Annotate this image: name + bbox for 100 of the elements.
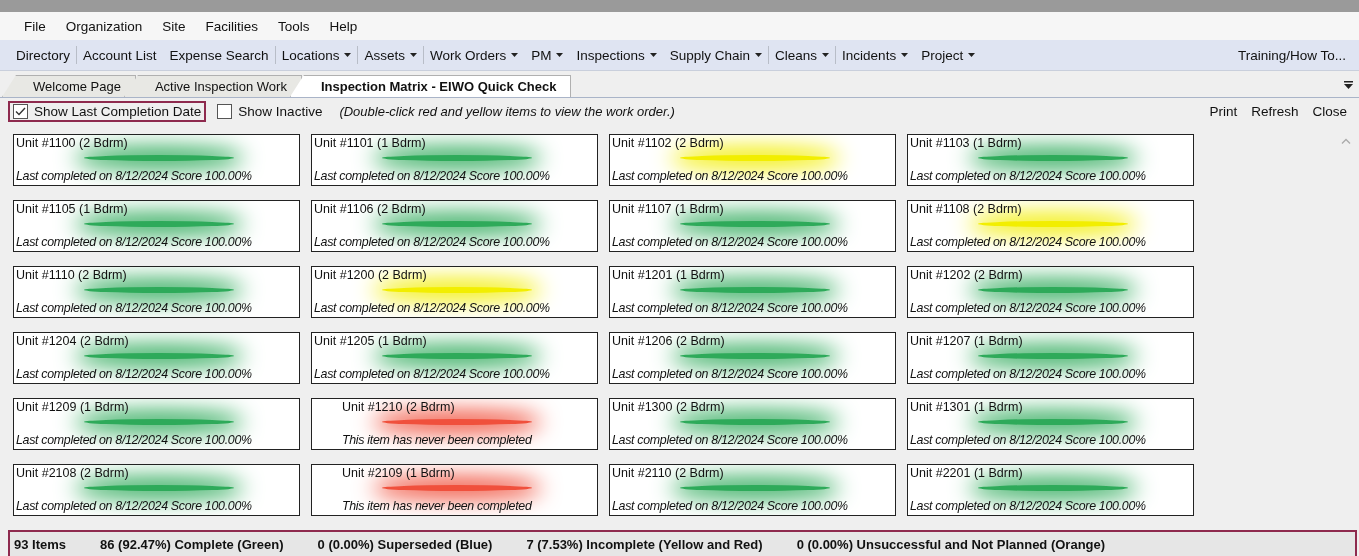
unit-card[interactable]: Unit #1200 (2 Bdrm) Last completed on 8/12/2024 Score 100.00%: [311, 266, 598, 318]
unit-title: Unit #1202 (2 Bdrm): [910, 268, 1024, 282]
unit-card[interactable]: Unit #2110 (2 Bdrm) Last completed on 8/12/2024 Score 100.00%: [609, 464, 896, 516]
unit-card[interactable]: Unit #1204 (2 Bdrm) Last completed on 8/12/2024 Score 100.00%: [13, 332, 300, 384]
toolbar-item[interactable]: Locations: [275, 46, 359, 64]
menu-item[interactable]: Tools: [268, 18, 320, 34]
caret-icon: [822, 53, 830, 57]
unit-card[interactable]: Unit #1300 (2 Bdrm) Last completed on 8/12/2024 Score 100.00%: [609, 398, 896, 450]
unit-status: Last completed on 8/12/2024 Score 100.00%: [910, 367, 1147, 381]
toolbar-link[interactable]: Training/How To...: [1231, 46, 1353, 64]
action-link[interactable]: Print: [1205, 104, 1242, 119]
toolbar-item[interactable]: Expense Search: [163, 46, 276, 64]
unit-card[interactable]: Unit #1106 (2 Bdrm) Last completed on 8/12/2024 Score 100.00%: [311, 200, 598, 252]
unit-status: Last completed on 8/12/2024 Score 100.00%: [612, 301, 849, 315]
unit-title: Unit #2110 (2 Bdrm): [612, 466, 725, 480]
menu-item[interactable]: Organization: [55, 18, 153, 34]
unit-status: Last completed on 8/12/2024 Score 100.00%: [910, 499, 1147, 513]
unit-title: Unit #1103 (1 Bdrm): [910, 136, 1023, 150]
toolbar-item[interactable]: PM: [525, 46, 571, 64]
checkbox[interactable]: [13, 104, 28, 119]
unit-status: Last completed on 8/12/2024 Score 100.00%: [314, 367, 551, 381]
caret-icon: [344, 53, 352, 57]
toolbar-item[interactable]: Directory: [10, 46, 77, 64]
unit-title: Unit #1105 (1 Bdrm): [16, 202, 129, 216]
unit-card[interactable]: Unit #1209 (1 Bdrm) Last completed on 8/12/2024 Score 100.00%: [13, 398, 300, 450]
unit-status: Last completed on 8/12/2024 Score 100.00%: [910, 169, 1147, 183]
unit-card[interactable]: Unit #1301 (1 Bdrm) Last completed on 8/12/2024 Score 100.00%: [907, 398, 1194, 450]
status-text: 93 Items: [14, 536, 67, 552]
hint-text: (Double-click red and yellow items to view the work order.): [339, 104, 675, 119]
unit-card[interactable]: Unit #1206 (2 Bdrm) Last completed on 8/12/2024 Score 100.00%: [609, 332, 896, 384]
unit-card[interactable]: Unit #1101 (1 Bdrm) Last completed on 8/12/2024 Score 100.00%: [311, 134, 598, 186]
tab[interactable]: Inspection Matrix - EIWO Quick Check: [289, 75, 572, 97]
unit-status: Last completed on 8/12/2024 Score 100.00%: [314, 169, 551, 183]
unit-card[interactable]: Unit #1105 (1 Bdrm) Last completed on 8/12/2024 Score 100.00%: [13, 200, 300, 252]
menu-item[interactable]: Site: [152, 18, 196, 34]
toolbar-item[interactable]: Work Orders: [423, 46, 526, 64]
caret-icon: [649, 53, 657, 57]
checkbox-label: Show Inactive: [238, 104, 323, 119]
unit-card[interactable]: Unit #2109 (1 Bdrm) This item has never been completed: [311, 464, 598, 516]
unit-title: Unit #1300 (2 Bdrm): [612, 400, 726, 414]
unit-title: Unit #2109 (1 Bdrm): [341, 466, 456, 480]
unit-status: Last completed on 8/12/2024 Score 100.00%: [612, 433, 849, 447]
unit-card[interactable]: Unit #1100 (2 Bdrm) Last completed on 8/12/2024 Score 100.00%: [13, 134, 300, 186]
unit-card[interactable]: Unit #1103 (1 Bdrm) Last completed on 8/12/2024 Score 100.00%: [907, 134, 1194, 186]
unit-status: Last completed on 8/12/2024 Score 100.00%: [16, 235, 253, 249]
overflow-icon[interactable]: [1344, 81, 1353, 89]
unit-status: Last completed on 8/12/2024 Score 100.00%: [314, 235, 551, 249]
unit-status: Last completed on 8/12/2024 Score 100.00%: [910, 433, 1147, 447]
unit-title: Unit #1106 (2 Bdrm): [314, 202, 427, 216]
unit-card[interactable]: Unit #2201 (1 Bdrm) Last completed on 8/12/2024 Score 100.00%: [907, 464, 1194, 516]
unit-status: Last completed on 8/12/2024 Score 100.00%: [612, 367, 849, 381]
menu-item[interactable]: Facilities: [195, 18, 269, 34]
unit-status: Last completed on 8/12/2024 Score 100.00%: [16, 301, 253, 315]
unit-title: Unit #2201 (1 Bdrm): [910, 466, 1024, 480]
toolbar-item[interactable]: Cleans: [769, 46, 837, 64]
unit-card[interactable]: Unit #1110 (2 Bdrm) Last completed on 8/12/2024 Score 100.00%: [13, 266, 300, 318]
unit-card[interactable]: Unit #1205 (1 Bdrm) Last completed on 8/12/2024 Score 100.00%: [311, 332, 598, 384]
unit-card[interactable]: Unit #1202 (2 Bdrm) Last completed on 8/12/2024 Score 100.00%: [907, 266, 1194, 318]
unit-card[interactable]: Unit #1102 (2 Bdrm) Last completed on 8/12/2024 Score 100.00%: [609, 134, 896, 186]
unit-status: Last completed on 8/12/2024 Score 100.00%: [16, 433, 253, 447]
action-link[interactable]: Close: [1308, 104, 1351, 119]
unit-card[interactable]: Unit #1210 (2 Bdrm) This item has never been completed: [311, 398, 598, 450]
toolbar-item[interactable]: Incidents: [836, 46, 916, 64]
caret-icon: [556, 53, 564, 57]
unit-title: Unit #1201 (1 Bdrm): [612, 268, 726, 282]
unit-card[interactable]: Unit #1201 (1 Bdrm) Last completed on 8/12/2024 Score 100.00%: [609, 266, 896, 318]
menu-item[interactable]: File: [14, 18, 56, 34]
unit-card[interactable]: Unit #1107 (1 Bdrm) Last completed on 8/12/2024 Score 100.00%: [609, 200, 896, 252]
caret-icon: [511, 53, 519, 57]
unit-status: Last completed on 8/12/2024 Score 100.00%: [612, 499, 849, 513]
unit-title: Unit #1200 (2 Bdrm): [314, 268, 428, 282]
unit-status: Last completed on 8/12/2024 Score 100.00%: [910, 235, 1147, 249]
unit-title: Unit #1110 (2 Bdrm): [16, 268, 128, 282]
unit-title: Unit #1100 (2 Bdrm): [16, 136, 129, 150]
unit-title: Unit #1206 (2 Bdrm): [612, 334, 726, 348]
toolbar-item[interactable]: Supply Chain: [663, 46, 770, 64]
checkbox[interactable]: [217, 104, 233, 119]
caret-icon: [755, 53, 763, 57]
unit-card[interactable]: Unit #2108 (2 Bdrm) Last completed on 8/12/2024 Score 100.00%: [13, 464, 300, 516]
tab[interactable]: Active Inspection Work: [123, 75, 302, 97]
toolbar-item[interactable]: Assets: [358, 46, 424, 64]
unit-title: Unit #1108 (2 Bdrm): [910, 202, 1023, 216]
unit-status: Last completed on 8/12/2024 Score 100.00%: [910, 301, 1147, 315]
unit-card[interactable]: Unit #1108 (2 Bdrm) Last completed on 8/12/2024 Score 100.00%: [907, 200, 1194, 252]
toolbar-item[interactable]: Inspections: [570, 46, 664, 64]
menu-item[interactable]: Help: [319, 18, 368, 34]
status-text: 7 (7.53%) Incomplete (Yellow and Red): [526, 536, 763, 552]
toolbar-item[interactable]: Account List: [77, 46, 164, 64]
unit-status: Last completed on 8/12/2024 Score 100.00%: [612, 169, 849, 183]
unit-status: Last completed on 8/12/2024 Score 100.00%: [612, 235, 849, 249]
status-text: 0 (0.00%) Superseded (Blue): [317, 536, 493, 552]
tab[interactable]: Welcome Page: [2, 75, 136, 97]
unit-status: This item has never been completed: [341, 433, 533, 447]
action-link[interactable]: Refresh: [1247, 104, 1303, 119]
unit-status: Last completed on 8/12/2024 Score 100.00%: [16, 367, 253, 381]
unit-status: Last completed on 8/12/2024 Score 100.00%: [16, 169, 253, 183]
caret-icon: [409, 53, 417, 57]
toolbar-item[interactable]: Project: [915, 46, 983, 64]
unit-card[interactable]: Unit #1207 (1 Bdrm) Last completed on 8/12/2024 Score 100.00%: [907, 332, 1194, 384]
unit-title: Unit #1107 (1 Bdrm): [612, 202, 725, 216]
